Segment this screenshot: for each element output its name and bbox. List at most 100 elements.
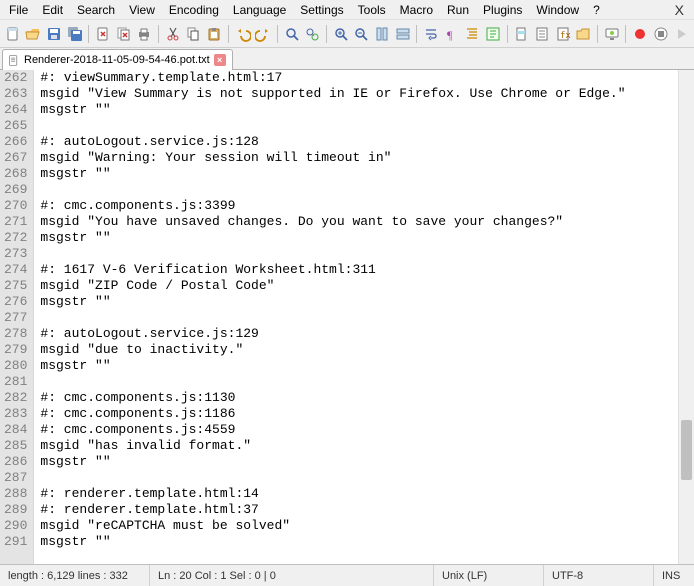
copy-button[interactable] (184, 23, 204, 45)
code-line[interactable]: msgid "Warning: Your session will timeou… (40, 150, 694, 166)
code-line[interactable]: msgstr "" (40, 166, 694, 182)
line-number: 289 (4, 502, 27, 518)
code-line[interactable]: #: cmc.components.js:4559 (40, 422, 694, 438)
menu-encoding[interactable]: Encoding (162, 1, 226, 19)
code-line[interactable]: #: 1617 V-6 Verification Worksheet.html:… (40, 262, 694, 278)
status-insert-mode[interactable]: INS (654, 565, 694, 586)
menu-help[interactable]: ? (586, 1, 607, 19)
line-number-gutter: 2622632642652662672682692702712722732742… (0, 70, 34, 564)
play-macro-button[interactable] (672, 23, 692, 45)
zoom-out-button[interactable] (352, 23, 372, 45)
stop-macro-button[interactable] (651, 23, 671, 45)
print-button[interactable] (135, 23, 155, 45)
cut-button[interactable] (163, 23, 183, 45)
code-line[interactable]: msgid "has invalid format." (40, 438, 694, 454)
code-line[interactable] (40, 182, 694, 198)
replace-icon (304, 26, 320, 42)
code-line[interactable]: msgstr "" (40, 358, 694, 374)
code-line[interactable]: msgid "View Summary is not supported in … (40, 86, 694, 102)
folder-workspace-button[interactable] (573, 23, 593, 45)
stop-icon (653, 26, 669, 42)
line-number: 290 (4, 518, 27, 534)
line-number: 282 (4, 390, 27, 406)
code-line[interactable]: msgid "ZIP Code / Postal Code" (40, 278, 694, 294)
line-number: 279 (4, 342, 27, 358)
code-line[interactable]: #: cmc.components.js:1130 (40, 390, 694, 406)
file-icon (7, 54, 20, 67)
undo-button[interactable] (233, 23, 253, 45)
code-line[interactable]: msgstr "" (40, 102, 694, 118)
code-line[interactable] (40, 310, 694, 326)
code-line[interactable] (40, 470, 694, 486)
zoom-in-button[interactable] (331, 23, 351, 45)
wordwrap-button[interactable] (421, 23, 441, 45)
function-list-icon: fx (555, 26, 571, 42)
menu-plugins[interactable]: Plugins (476, 1, 529, 19)
replace-button[interactable] (302, 23, 322, 45)
menu-tools[interactable]: Tools (351, 1, 393, 19)
user-lang-button[interactable] (483, 23, 503, 45)
close-all-button[interactable] (114, 23, 134, 45)
code-line[interactable] (40, 246, 694, 262)
menu-edit[interactable]: Edit (35, 1, 70, 19)
status-length: length : 6,129 lines : 332 (0, 565, 150, 586)
record-macro-button[interactable] (630, 23, 650, 45)
vertical-scrollbar[interactable] (678, 70, 694, 564)
menu-window[interactable]: Window (529, 1, 586, 19)
find-button[interactable] (282, 23, 302, 45)
doc-list-button[interactable] (532, 23, 552, 45)
scrollbar-thumb[interactable] (681, 420, 692, 480)
line-number: 262 (4, 70, 27, 86)
line-number: 284 (4, 422, 27, 438)
copy-icon (185, 26, 201, 42)
menu-view[interactable]: View (122, 1, 162, 19)
menu-macro[interactable]: Macro (393, 1, 440, 19)
code-line[interactable]: #: autoLogout.service.js:128 (40, 134, 694, 150)
code-line[interactable]: msgid "reCAPTCHA must be solved" (40, 518, 694, 534)
line-number: 276 (4, 294, 27, 310)
monitor-button[interactable] (602, 23, 622, 45)
code-line[interactable]: #: renderer.template.html:14 (40, 486, 694, 502)
code-line[interactable]: #: autoLogout.service.js:129 (40, 326, 694, 342)
code-line[interactable]: #: viewSummary.template.html:17 (40, 70, 694, 86)
code-line[interactable] (40, 374, 694, 390)
menu-search[interactable]: Search (70, 1, 122, 19)
editor[interactable]: 2622632642652662672682692702712722732742… (0, 70, 694, 564)
code-line[interactable]: msgstr "" (40, 294, 694, 310)
redo-button[interactable] (253, 23, 273, 45)
tab-close-button[interactable]: × (214, 54, 226, 66)
play-icon (673, 26, 689, 42)
status-eol[interactable]: Unix (LF) (434, 565, 544, 586)
code-line[interactable]: msgid "due to inactivity." (40, 342, 694, 358)
indent-guide-button[interactable] (462, 23, 482, 45)
close-file-button[interactable] (93, 23, 113, 45)
code-line[interactable] (40, 118, 694, 134)
code-line[interactable]: #: cmc.components.js:3399 (40, 198, 694, 214)
menu-file[interactable]: File (2, 1, 35, 19)
code-line[interactable]: msgstr "" (40, 230, 694, 246)
file-tab[interactable]: Renderer-2018-11-05-09-54-46.pot.txt × (2, 49, 233, 70)
code-line[interactable]: #: renderer.template.html:37 (40, 502, 694, 518)
code-line[interactable]: msgid "You have unsaved changes. Do you … (40, 214, 694, 230)
open-file-button[interactable] (24, 23, 44, 45)
save-all-button[interactable] (65, 23, 85, 45)
paste-button[interactable] (204, 23, 224, 45)
doc-map-button[interactable] (512, 23, 532, 45)
line-number: 268 (4, 166, 27, 182)
status-encoding[interactable]: UTF-8 (544, 565, 654, 586)
menu-run[interactable]: Run (440, 1, 476, 19)
code-line[interactable]: msgstr "" (40, 454, 694, 470)
new-file-button[interactable] (3, 23, 23, 45)
line-number: 277 (4, 310, 27, 326)
menu-settings[interactable]: Settings (293, 1, 350, 19)
menu-language[interactable]: Language (226, 1, 293, 19)
close-button[interactable]: X (667, 2, 692, 18)
code-area[interactable]: #: viewSummary.template.html:17msgid "Vi… (34, 70, 694, 564)
save-button[interactable] (44, 23, 64, 45)
sync-hscroll-button[interactable] (393, 23, 413, 45)
function-list-button[interactable]: fx (553, 23, 573, 45)
code-line[interactable]: msgstr "" (40, 534, 694, 550)
code-line[interactable]: #: cmc.components.js:1186 (40, 406, 694, 422)
sync-vscroll-button[interactable] (372, 23, 392, 45)
all-chars-button[interactable]: ¶ (442, 23, 462, 45)
